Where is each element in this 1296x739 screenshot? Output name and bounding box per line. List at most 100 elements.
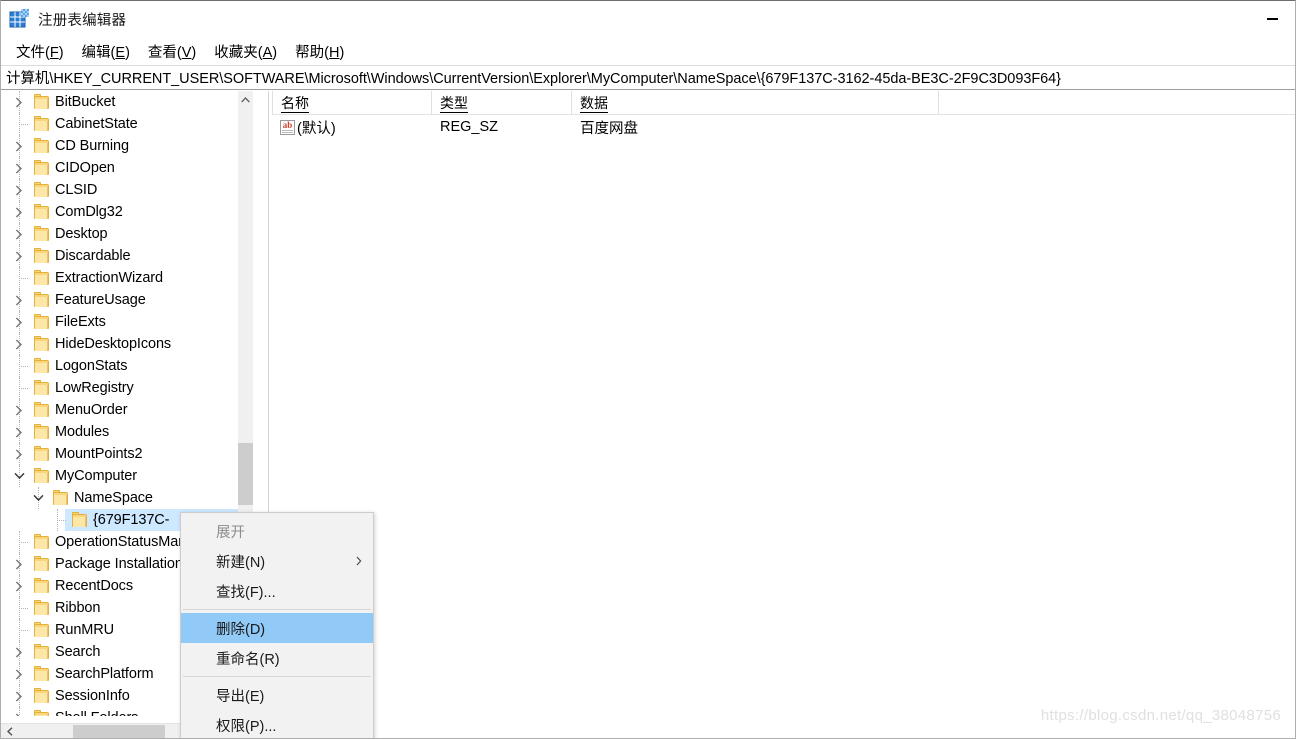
tree-guide-stub <box>19 542 28 543</box>
value-data: 百度网盘 <box>580 120 638 137</box>
context-menu-item-4[interactable]: 删除(D) <box>181 613 373 643</box>
folder-icon <box>34 94 49 109</box>
chevron-right-icon[interactable] <box>11 314 27 330</box>
tree-item-menuorder[interactable]: MenuOrder <box>1 399 253 421</box>
folder-icon <box>34 248 49 263</box>
tree-item-label: LogonStats <box>55 358 128 374</box>
tree-item-label: MountPoints2 <box>55 446 143 462</box>
tree-item-featureusage[interactable]: FeatureUsage <box>1 289 253 311</box>
value-row[interactable]: ab (默认) REG_SZ 百度网盘 <box>272 115 1295 139</box>
values-list[interactable]: ab (默认) REG_SZ 百度网盘 <box>272 115 1295 139</box>
value-name-cell: ab (默认) <box>272 115 432 139</box>
chevron-down-icon[interactable] <box>30 490 46 506</box>
chevron-right-icon[interactable] <box>11 336 27 352</box>
folder-icon <box>34 270 49 285</box>
chevron-right-icon[interactable] <box>11 688 27 704</box>
tree-item-mycomputer[interactable]: MyComputer <box>1 465 253 487</box>
context-menu[interactable]: 展开新建(N)查找(F)...删除(D)重命名(R)导出(E)权限(P)...复… <box>180 512 374 738</box>
tree-item-modules[interactable]: Modules <box>1 421 253 443</box>
chevron-right-icon[interactable] <box>11 402 27 418</box>
tree-item-fileexts[interactable]: FileExts <box>1 311 253 333</box>
tree-guide-stub <box>19 124 28 125</box>
chevron-right-icon[interactable] <box>11 182 27 198</box>
tree-item-hidedesktopicons[interactable]: HideDesktopIcons <box>1 333 253 355</box>
chevron-right-icon[interactable] <box>11 160 27 176</box>
chevron-right-icon[interactable] <box>11 204 27 220</box>
tree-item-extractionwizard[interactable]: ExtractionWizard <box>1 267 253 289</box>
tree-item-discardable[interactable]: Discardable <box>1 245 253 267</box>
column-header-underline <box>440 112 468 113</box>
folder-icon <box>34 138 49 153</box>
registry-values-pane: 名称 类型 数据 ab (默认) REG_SZ 百度网盘 <box>272 91 1295 738</box>
context-menu-item-6[interactable]: 导出(E) <box>181 680 373 710</box>
tree-item-label: Package Installation <box>55 556 183 572</box>
chevron-right-icon[interactable] <box>11 578 27 594</box>
string-value-icon: ab <box>280 119 295 135</box>
tree-item-namespace[interactable]: NameSpace <box>1 487 253 509</box>
tree-item-mountpoints2[interactable]: MountPoints2 <box>1 443 253 465</box>
tree-item-desktop[interactable]: Desktop <box>1 223 253 245</box>
chevron-down-icon[interactable] <box>11 468 27 484</box>
scroll-left-icon[interactable] <box>1 724 18 738</box>
column-header-3[interactable]: 数据 <box>572 91 939 115</box>
tree-item-label: CabinetState <box>55 116 138 132</box>
tree-guide-stub <box>57 520 66 521</box>
context-menu-item-2[interactable]: 新建(N) <box>181 546 373 576</box>
folder-icon <box>34 600 49 615</box>
menu-item-4[interactable]: 收藏夹(A) <box>205 38 286 65</box>
context-menu-item-7[interactable]: 权限(P)... <box>181 710 373 738</box>
chevron-right-icon[interactable] <box>11 666 27 682</box>
chevron-right-icon[interactable] <box>11 556 27 572</box>
tree-vertical-scroll-thumb[interactable] <box>238 443 253 505</box>
menu-item-1[interactable]: 文件(F) <box>7 38 73 65</box>
chevron-right-icon[interactable] <box>11 248 27 264</box>
context-menu-separator <box>183 609 371 610</box>
chevron-right-icon[interactable] <box>11 292 27 308</box>
context-menu-item-5[interactable]: 重命名(R) <box>181 643 373 673</box>
column-header-underline <box>580 112 608 113</box>
tree-item-label: RunMRU <box>55 622 115 638</box>
folder-icon <box>34 226 49 241</box>
tree-item-label: NameSpace <box>74 490 153 506</box>
menu-item-5[interactable]: 帮助(H) <box>286 38 353 65</box>
tree-item-cabinetstate[interactable]: CabinetState <box>1 113 253 135</box>
address-bar[interactable]: 计算机\HKEY_CURRENT_USER\SOFTWARE\Microsoft… <box>1 65 1295 90</box>
tree-horizontal-scroll-thumb[interactable] <box>73 725 165 738</box>
tree-item-clsid[interactable]: CLSID <box>1 179 253 201</box>
chevron-right-icon[interactable] <box>11 424 27 440</box>
column-header-1[interactable]: 名称 <box>272 91 432 115</box>
chevron-right-icon[interactable] <box>11 226 27 242</box>
tree-item-comdlg32[interactable]: ComDlg32 <box>1 201 253 223</box>
column-header-2[interactable]: 类型 <box>432 91 572 115</box>
context-menu-item-3[interactable]: 查找(F)... <box>181 576 373 606</box>
folder-icon <box>72 512 87 527</box>
chevron-right-icon[interactable] <box>11 138 27 154</box>
window-controls <box>1249 1 1295 37</box>
tree-item-label: FileExts <box>55 314 106 330</box>
folder-icon <box>34 402 49 417</box>
chevron-right-icon[interactable] <box>11 644 27 660</box>
tree-item-label: MyComputer <box>55 468 137 484</box>
tree-item-cd-burning[interactable]: CD Burning <box>1 135 253 157</box>
tree-item-lowregistry[interactable]: LowRegistry <box>1 377 253 399</box>
scroll-up-icon[interactable] <box>238 91 253 108</box>
tree-item-label: RecentDocs <box>55 578 133 594</box>
registry-editor-icon <box>9 9 30 29</box>
tree-item-label: CLSID <box>55 182 98 198</box>
chevron-right-icon[interactable] <box>11 446 27 462</box>
tree-guide-stub <box>19 366 28 367</box>
menu-item-2[interactable]: 编辑(E) <box>73 38 139 65</box>
registry-path: 计算机\HKEY_CURRENT_USER\SOFTWARE\Microsoft… <box>6 71 1061 87</box>
minimize-button[interactable] <box>1249 1 1295 37</box>
chevron-right-icon[interactable] <box>11 94 27 110</box>
tree-item-cidopen[interactable]: CIDOpen <box>1 157 253 179</box>
tree-item-label: SearchPlatform <box>55 666 154 682</box>
tree-item-label: Discardable <box>55 248 131 264</box>
title-bar[interactable]: 注册表编辑器 <box>1 1 1295 37</box>
tree-item-bitbucket[interactable]: BitBucket <box>1 91 253 113</box>
folder-icon <box>34 160 49 175</box>
tree-item-logonstats[interactable]: LogonStats <box>1 355 253 377</box>
menu-item-3[interactable]: 查看(V) <box>139 38 205 65</box>
chevron-right-icon[interactable] <box>11 710 27 716</box>
tree-item-label: Modules <box>55 424 110 440</box>
